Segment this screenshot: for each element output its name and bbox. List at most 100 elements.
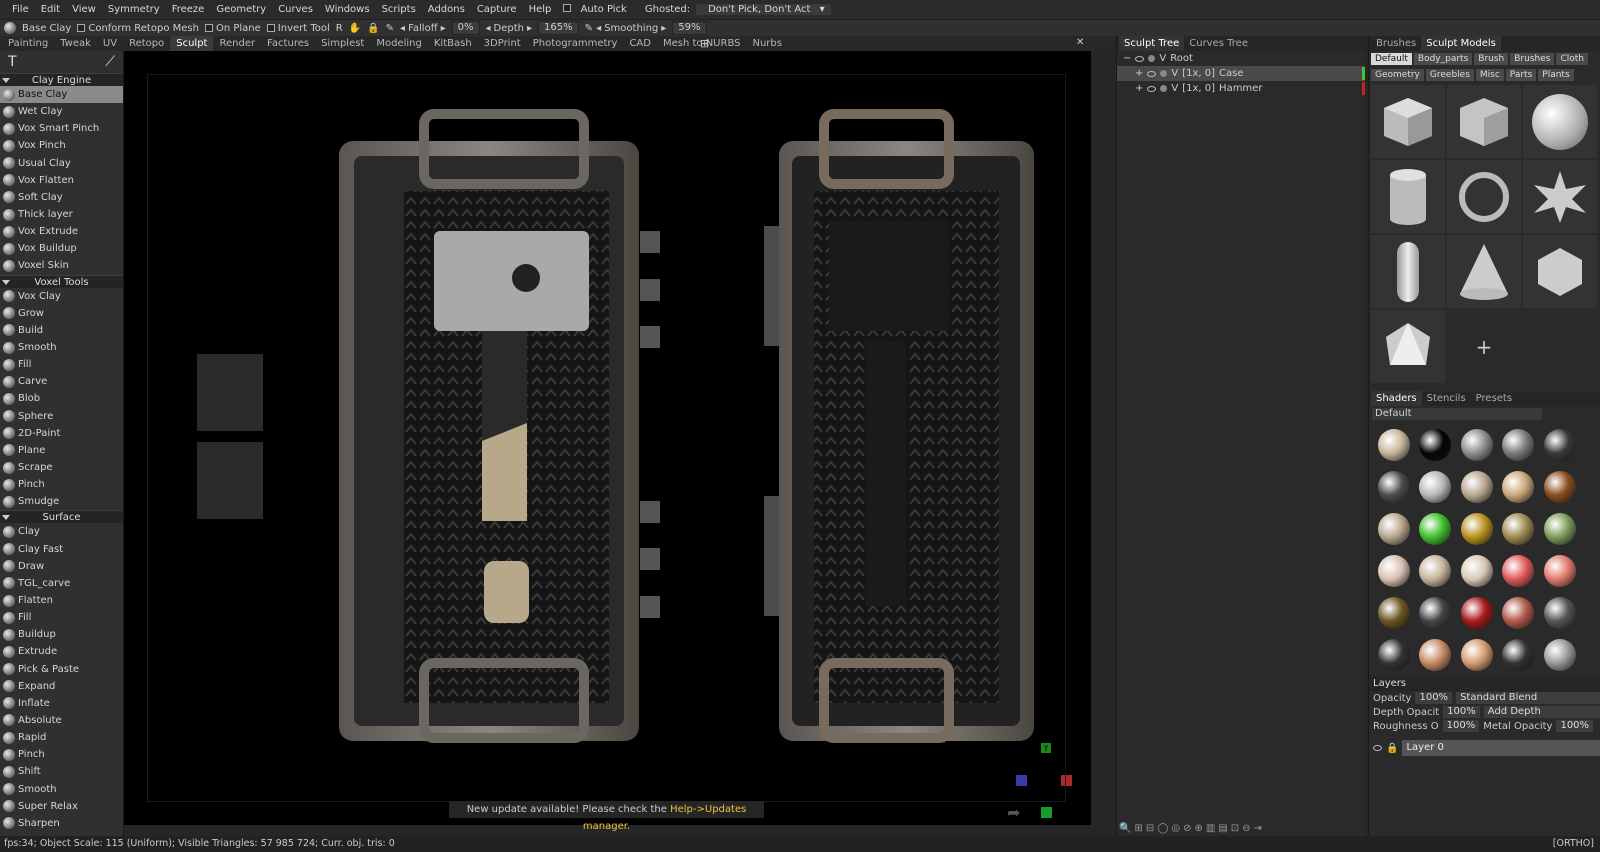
roughness-label[interactable]: Roughness O	[1373, 721, 1439, 732]
tool-item[interactable]: Clay	[0, 523, 123, 540]
tool-item[interactable]: Voxel Skin	[0, 257, 123, 274]
shader-swatch[interactable]	[1456, 550, 1498, 592]
ghosted-dropdown[interactable]: Don't Pick, Don't Act ▾	[696, 4, 831, 15]
tool-item[interactable]: Fill	[0, 609, 123, 626]
layer-lock-icon[interactable]: 🔒	[1386, 743, 1398, 754]
depth-mode-dropdown[interactable]: Add Depth	[1483, 706, 1600, 718]
curve-tool-icon[interactable]: ⟋	[105, 54, 115, 70]
cube-model[interactable]	[1371, 85, 1445, 158]
shader-swatch[interactable]	[1415, 424, 1457, 466]
tool-item[interactable]: Vox Clay	[0, 288, 123, 305]
tool-item[interactable]: Vox Pinch	[0, 137, 123, 154]
tree-root[interactable]: − V Root	[1117, 51, 1365, 66]
tool-item[interactable]: 2D-Paint	[0, 425, 123, 442]
tool-item[interactable]: Smooth	[0, 780, 123, 797]
tab-modeling[interactable]: Modeling	[370, 36, 428, 51]
star-model[interactable]	[1523, 160, 1597, 233]
shader-swatch[interactable]	[1373, 634, 1415, 672]
model-category-default[interactable]: Default	[1371, 53, 1412, 65]
update-notice[interactable]: New update available! Please check the H…	[449, 801, 764, 832]
shader-swatch[interactable]	[1539, 592, 1581, 634]
shader-swatch[interactable]	[1415, 592, 1457, 634]
menu-symmetry[interactable]: Symmetry	[102, 4, 166, 15]
tool-item[interactable]: Pinch	[0, 476, 123, 493]
shader-swatch[interactable]	[1456, 466, 1498, 508]
brush-name[interactable]: Base Clay	[22, 23, 71, 34]
tool-item[interactable]: Smooth	[0, 339, 123, 356]
shader-swatch[interactable]	[1415, 508, 1457, 550]
model-category-misc[interactable]: Misc	[1475, 69, 1504, 81]
depth-slider[interactable]: ◂ Depth ▸	[486, 23, 533, 34]
menu-addons[interactable]: Addons	[422, 4, 471, 15]
roughness-value[interactable]: 100%	[1442, 720, 1480, 732]
shader-swatch[interactable]	[1456, 508, 1498, 550]
menu-scripts[interactable]: Scripts	[376, 4, 422, 15]
tool-item[interactable]: Scrape	[0, 459, 123, 476]
tool-item[interactable]: Carve	[0, 373, 123, 390]
model-category-geometry[interactable]: Geometry	[1371, 69, 1424, 81]
tool-item[interactable]: Thick layer	[0, 206, 123, 223]
tab-uv[interactable]: UV	[97, 36, 123, 51]
tool-group-surface[interactable]: Surface	[0, 510, 123, 524]
tab-stencils[interactable]: Stencils	[1422, 391, 1471, 406]
tab-painting[interactable]: Painting	[2, 36, 54, 51]
tool-item[interactable]: Absolute	[0, 712, 123, 729]
menu-help[interactable]: Help	[523, 4, 558, 15]
add-model-button[interactable]: +	[1447, 310, 1521, 383]
sphere-model[interactable]	[1523, 85, 1597, 158]
shader-swatch[interactable]	[1415, 466, 1457, 508]
auto-pick-toggle[interactable]: Auto Pick	[557, 4, 638, 15]
layer-name[interactable]: Layer 0	[1402, 740, 1600, 756]
tab-factures[interactable]: Factures	[261, 36, 315, 51]
brush-preview-icon[interactable]	[4, 22, 16, 34]
tool-item[interactable]: Sharpen	[0, 815, 123, 832]
tool-item[interactable]: Buildup	[0, 626, 123, 643]
menu-edit[interactable]: Edit	[35, 4, 66, 15]
tool-item[interactable]: Soft Clay	[0, 189, 123, 206]
shader-swatch[interactable]	[1539, 550, 1581, 592]
shader-swatch[interactable]	[1373, 466, 1415, 508]
model-category-greebles[interactable]: Greebles	[1425, 69, 1474, 81]
shader-swatch[interactable]	[1498, 466, 1540, 508]
shader-swatch[interactable]	[1539, 424, 1581, 466]
pen-icon[interactable]: ✎	[386, 23, 394, 34]
model-category-brush[interactable]: Brush	[1474, 53, 1509, 65]
r-button[interactable]: R	[336, 23, 343, 34]
tool-item[interactable]: Sphere	[0, 408, 123, 425]
tab-retopo[interactable]: Retopo	[123, 36, 170, 51]
tool-item[interactable]: Rapid	[0, 729, 123, 746]
smoothing-slider[interactable]: ✎ ◂ Smoothing ▸	[585, 23, 667, 34]
close-icon[interactable]: ✕	[1076, 37, 1084, 48]
shader-set-dropdown[interactable]: Default	[1372, 408, 1542, 420]
falloff-value[interactable]: 0%	[451, 21, 480, 35]
add-room-icon[interactable]: ⊞	[700, 37, 709, 50]
tab-3dprint[interactable]: 3DPrint	[478, 36, 527, 51]
menu-freeze[interactable]: Freeze	[166, 4, 211, 15]
shader-swatch[interactable]	[1373, 550, 1415, 592]
visibility-icon[interactable]	[1147, 85, 1157, 92]
tool-item[interactable]: Fill	[0, 356, 123, 373]
menu-curves[interactable]: Curves	[272, 4, 319, 15]
tool-item[interactable]: Grow	[0, 305, 123, 322]
smoothing-value[interactable]: 59%	[672, 21, 707, 35]
tab-shaders[interactable]: Shaders	[1371, 391, 1422, 406]
shader-swatch[interactable]	[1539, 634, 1581, 672]
tool-item[interactable]: Base Clay	[0, 86, 123, 104]
model-category-plants[interactable]: Plants	[1538, 69, 1574, 81]
text-tool-icon[interactable]: T	[8, 54, 17, 70]
tab-simplest[interactable]: Simplest	[315, 36, 370, 51]
tab-sculpt-models[interactable]: Sculpt Models	[1421, 36, 1501, 51]
shader-swatch[interactable]	[1539, 508, 1581, 550]
layer-visibility-icon[interactable]	[1373, 745, 1382, 751]
tab-presets[interactable]: Presets	[1471, 391, 1517, 406]
tree-item-case[interactable]: + V [1x, 0] Case	[1117, 66, 1365, 81]
tool-item[interactable]: Pick & Paste	[0, 661, 123, 678]
tab-render[interactable]: Render	[213, 36, 261, 51]
tab-sculpt-tree[interactable]: Sculpt Tree	[1119, 36, 1185, 51]
tool-group-clay-engine[interactable]: Clay Engine	[0, 73, 123, 86]
metal-opacity-label[interactable]: Metal Opacity	[1483, 721, 1552, 732]
menu-file[interactable]: File	[6, 4, 35, 15]
opacity-value[interactable]: 100%	[1415, 692, 1453, 704]
model-category-cloth[interactable]: Cloth	[1556, 53, 1588, 65]
tool-item[interactable]: Build	[0, 322, 123, 339]
